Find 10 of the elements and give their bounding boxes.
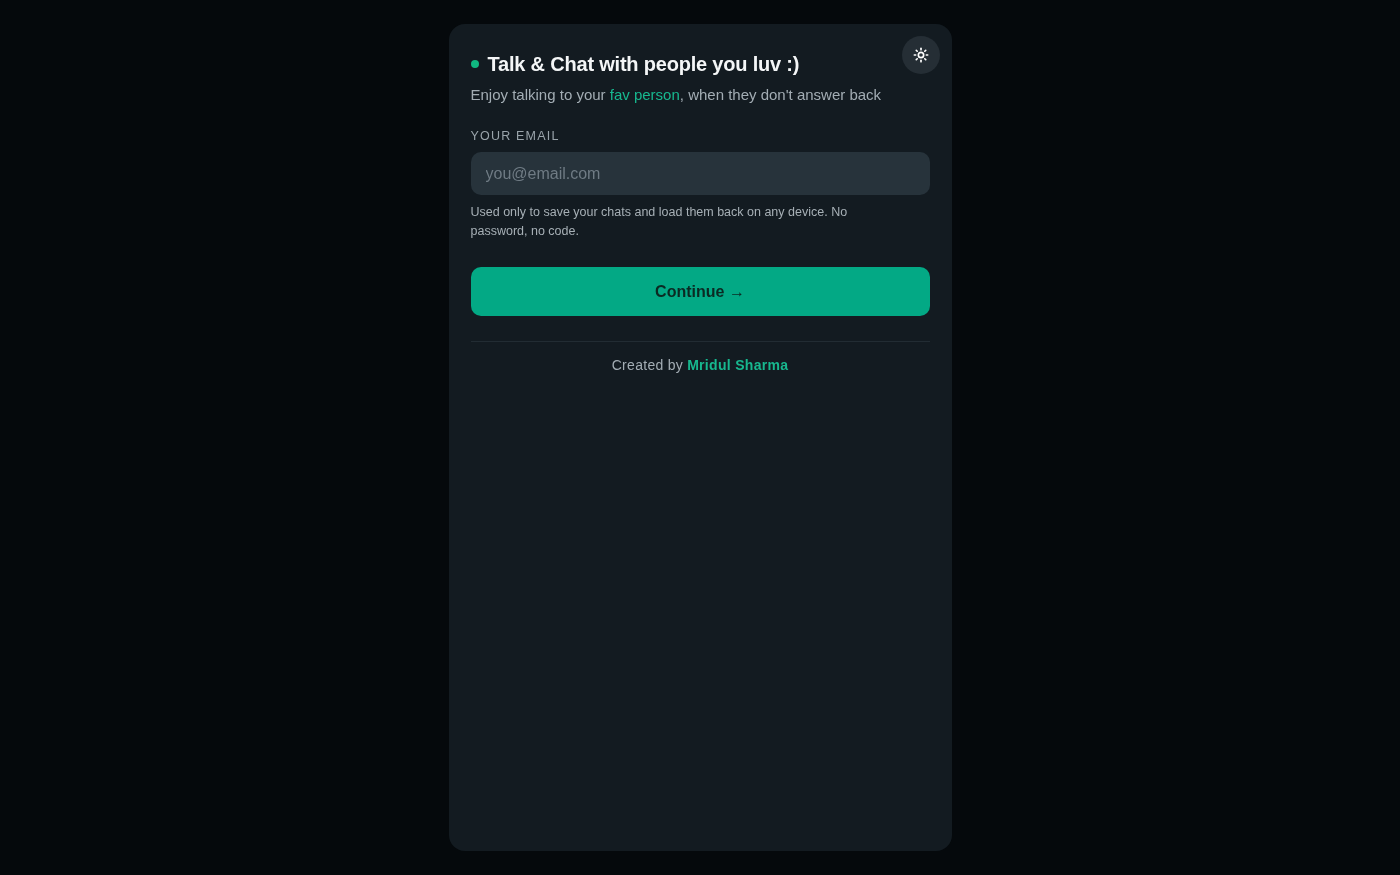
theme-toggle-button[interactable] [901, 36, 940, 74]
continue-button[interactable]: Continue → [470, 267, 930, 316]
author-link[interactable]: Mridul Sharma [687, 355, 789, 375]
subtitle: Enjoy talking to your fav person, when they don't answer back [470, 85, 882, 105]
credit-text: Created by [611, 356, 684, 375]
email-hint: Used only to save your chats and load them back on any device. No password, no code. [470, 204, 849, 240]
email-label: YOUR EMAIL [470, 128, 560, 145]
sun-icon [912, 47, 929, 63]
email-input-field[interactable]: you@email.com [470, 152, 930, 195]
title: Talk & Chat with people you luv :) [487, 52, 800, 77]
